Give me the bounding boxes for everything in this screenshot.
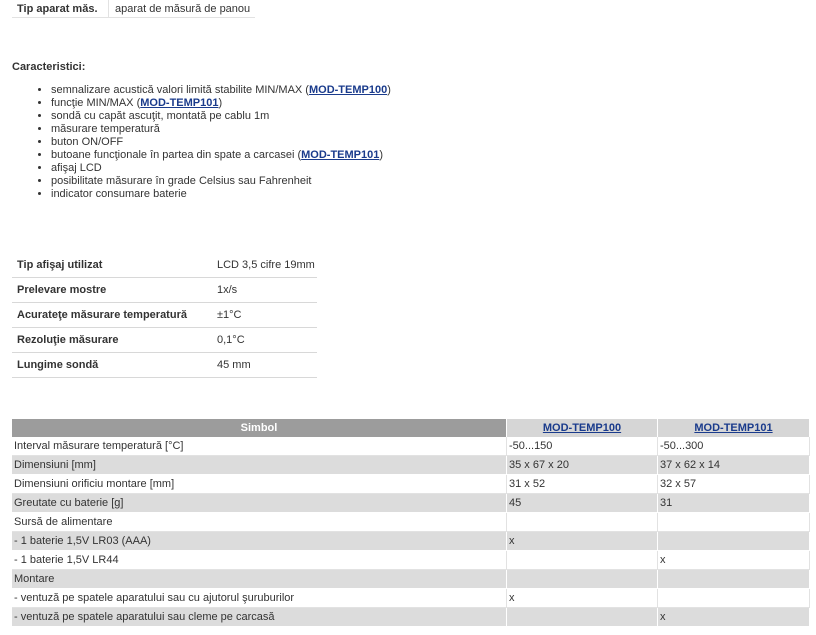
feature-item: butoane funcţionale în partea din spate …: [51, 149, 391, 162]
cell-mod-temp101: 31: [658, 494, 810, 513]
feature-text: indicator consumare baterie: [51, 188, 187, 200]
comparison-table: Simbol MOD-TEMP100 MOD-TEMP101 Interval …: [12, 419, 810, 627]
feature-item: funcţie MIN/MAX (MOD-TEMP101): [51, 97, 391, 110]
feature-text: afişaj LCD: [51, 162, 102, 174]
table-row: - 1 baterie 1,5V LR44 x: [12, 551, 810, 570]
table-row: Dimensiuni [mm] 35 x 67 x 20 37 x 62 x 1…: [12, 456, 810, 475]
product-link-mod-temp101[interactable]: MOD-TEMP101: [140, 97, 218, 109]
header-link-mod-temp101[interactable]: MOD-TEMP101: [694, 422, 772, 434]
feature-item: semnalizare acustică valori limită stabi…: [51, 84, 391, 97]
spec-value: LCD 3,5 cifre 19mm: [212, 253, 317, 278]
cell-mod-temp101: x: [658, 608, 810, 627]
device-type-value: aparat de măsură de panou: [108, 0, 256, 18]
header-link-mod-temp100[interactable]: MOD-TEMP100: [543, 422, 621, 434]
spec-label: Prelevare mostre: [12, 277, 212, 303]
row-label: Montare: [12, 570, 507, 589]
table-row: - ventuză pe spatele aparatului sau cu a…: [12, 589, 810, 608]
comparison-header-row: Simbol MOD-TEMP100 MOD-TEMP101: [12, 419, 810, 437]
feature-text: funcţie MIN/MAX (: [51, 97, 141, 109]
spec-value: ±1°C: [212, 302, 317, 328]
cell-mod-temp100: [507, 570, 658, 589]
feature-text: sondă cu capăt ascuţit, montată pe cablu…: [51, 110, 270, 122]
device-type-label: Tip aparat măs.: [12, 0, 109, 18]
feature-item: buton ON/OFF: [51, 136, 391, 149]
row-label: Interval măsurare temperatură [°C]: [12, 437, 507, 456]
features-list: semnalizare acustică valori limită stabi…: [12, 84, 391, 201]
product-link-mod-temp101[interactable]: MOD-TEMP101: [301, 149, 379, 161]
spec-label: Tip afişaj utilizat: [12, 253, 212, 278]
feature-text: posibilitate măsurare în grade Celsius s…: [51, 175, 312, 187]
feature-item: sondă cu capăt ascuţit, montată pe cablu…: [51, 110, 391, 123]
spec-row: Acurateţe măsurare temperatură ±1°C: [12, 302, 317, 328]
feature-item: afişaj LCD: [51, 162, 391, 175]
table-row: Sursă de alimentare: [12, 513, 810, 532]
table-row: Dimensiuni orificiu montare [mm] 31 x 52…: [12, 475, 810, 494]
feature-text-suffix: ): [379, 149, 384, 161]
spec-value: 45 mm: [212, 352, 317, 378]
feature-text-suffix: ): [387, 84, 391, 96]
header-mod-temp101: MOD-TEMP101: [658, 419, 810, 437]
cell-mod-temp100: 31 x 52: [507, 475, 658, 494]
table-row: Greutate cu baterie [g] 45 31: [12, 494, 810, 513]
cell-mod-temp100: [507, 513, 658, 532]
spec-label: Lungime sondă: [12, 352, 212, 378]
table-row: - ventuză pe spatele aparatului sau clem…: [12, 608, 810, 627]
specs-table: Tip afişaj utilizat LCD 3,5 cifre 19mm P…: [12, 253, 317, 378]
row-label: - 1 baterie 1,5V LR03 (AAA): [12, 532, 507, 551]
cell-mod-temp100: [507, 608, 658, 627]
cell-mod-temp100: 35 x 67 x 20: [507, 456, 658, 475]
spec-row: Lungime sondă 45 mm: [12, 352, 317, 378]
feature-text: semnalizare acustică valori limită stabi…: [51, 84, 309, 96]
cell-mod-temp100: x: [507, 589, 658, 608]
cell-mod-temp100: -50...150: [507, 437, 658, 456]
row-label: - ventuză pe spatele aparatului sau clem…: [12, 608, 507, 627]
spec-row: Tip afişaj utilizat LCD 3,5 cifre 19mm: [12, 253, 317, 278]
table-row: Montare: [12, 570, 810, 589]
device-type-row: Tip aparat măs. aparat de măsură de pano…: [12, 0, 256, 18]
feature-text: buton ON/OFF: [51, 136, 124, 148]
table-row: Interval măsurare temperatură [°C] -50..…: [12, 437, 810, 456]
spec-value: 1x/s: [212, 277, 317, 303]
cell-mod-temp101: [658, 532, 810, 551]
row-label: - ventuză pe spatele aparatului sau cu a…: [12, 589, 507, 608]
feature-text: butoane funcţionale în partea din spate …: [51, 149, 302, 161]
row-label: Dimensiuni orificiu montare [mm]: [12, 475, 507, 494]
product-link-mod-temp100[interactable]: MOD-TEMP100: [309, 84, 387, 96]
cell-mod-temp101: x: [658, 551, 810, 570]
row-label: Sursă de alimentare: [12, 513, 507, 532]
feature-text-suffix: ): [218, 97, 223, 109]
cell-mod-temp100: 45: [507, 494, 658, 513]
cell-mod-temp101: -50...300: [658, 437, 810, 456]
device-type-table: Tip aparat măs. aparat de măsură de pano…: [12, 0, 256, 18]
table-row: - 1 baterie 1,5V LR03 (AAA) x: [12, 532, 810, 551]
cell-mod-temp101: 37 x 62 x 14: [658, 456, 810, 475]
row-label: Greutate cu baterie [g]: [12, 494, 507, 513]
cell-mod-temp101: [658, 570, 810, 589]
cell-mod-temp101: [658, 589, 810, 608]
feature-item: măsurare temperatură: [51, 123, 391, 136]
feature-text: măsurare temperatură: [51, 123, 160, 135]
cell-mod-temp101: 32 x 57: [658, 475, 810, 494]
feature-item: indicator consumare baterie: [51, 188, 391, 201]
row-label: Dimensiuni [mm]: [12, 456, 507, 475]
feature-item: posibilitate măsurare în grade Celsius s…: [51, 175, 391, 188]
cell-mod-temp100: x: [507, 532, 658, 551]
spec-label: Acurateţe măsurare temperatură: [12, 302, 212, 328]
spec-value: 0,1°C: [212, 327, 317, 353]
spec-row: Prelevare mostre 1x/s: [12, 277, 317, 303]
cell-mod-temp101: [658, 513, 810, 532]
header-simbol: Simbol: [12, 419, 507, 437]
spec-label: Rezoluţie măsurare: [12, 327, 212, 353]
header-mod-temp100: MOD-TEMP100: [507, 419, 658, 437]
cell-mod-temp100: [507, 551, 658, 570]
features-heading: Caracteristici:: [12, 61, 86, 73]
spec-row: Rezoluţie măsurare 0,1°C: [12, 327, 317, 353]
row-label: - 1 baterie 1,5V LR44: [12, 551, 507, 570]
